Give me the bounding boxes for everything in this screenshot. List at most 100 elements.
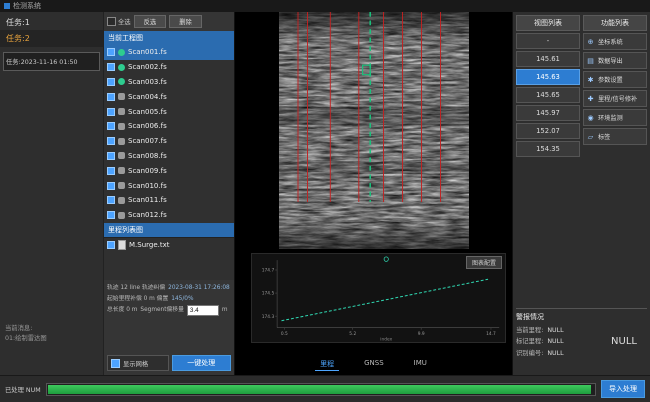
alarm-rows: 当前里程:NULL标记里程: NULL 识别编号: NULL [516,325,564,359]
file-toolbar: 全选 反选 删除 [104,12,234,31]
checkbox-icon[interactable] [107,63,115,71]
checkbox-icon[interactable] [107,167,115,175]
scan-file-name: Scan003.fs [128,78,167,86]
view-list-item[interactable]: 145.61 [516,51,580,67]
file-panel-footer: 显示网格 一键处理 [104,351,234,375]
function-label: 数据导出 [598,56,623,65]
scan-file-item[interactable]: Scan007.fs [104,134,234,149]
settings-line2: 起始里程补偿 0 m 偏置 [107,294,168,305]
scan-file-item[interactable]: Scan004.fs [104,89,234,104]
checkbox-icon[interactable] [107,78,115,86]
scan-file-item[interactable]: Scan012.fs [104,208,234,223]
alarm-row: 当前里程:NULL [516,325,564,336]
scan-list: Scan001.fsScan002.fs Scan003.fs Scan004.fs… [104,45,234,223]
scan-file-item[interactable]: Scan005.fs [104,104,234,119]
view-list-item[interactable]: - [516,33,580,49]
view-list-item[interactable]: 154.35 [516,141,580,157]
status-message-line1: 当前消息: [5,324,47,335]
project-files-header: 当前工程图 [104,31,234,45]
svg-text:174.3: 174.3 [262,314,275,320]
svg-text:9.9: 9.9 [418,331,425,337]
scan-file-name: Scan012.fs [128,211,167,219]
function-button[interactable]: ✱参数设置 [583,71,647,88]
svg-text:0.5: 0.5 [281,331,288,337]
alarm-panel-body: 当前里程:NULL标记里程: NULL 识别编号: NULL NULL [516,325,647,359]
one-key-process-button[interactable]: 一键处理 [172,355,232,371]
checkbox-icon[interactable] [107,211,115,219]
invert-selection-button[interactable]: 反选 [134,15,167,28]
checkbox-icon[interactable] [107,196,115,204]
alarm-summary-value: NULL [611,336,637,347]
function-button[interactable]: ✚里程/信号修补 [583,90,647,107]
function-list: ⊕坐标系统 ▤数据导出 ✱参数设置 ✚里程/信号修补 ◉环境监测 ▱标签 [583,33,647,145]
function-button[interactable]: ⊕坐标系统 [583,33,647,50]
checkbox-icon[interactable] [107,17,116,26]
function-label: 里程/信号修补 [598,94,637,103]
scan-file-item[interactable]: Scan002.fs [104,60,234,75]
checkbox-icon[interactable] [107,182,115,190]
checkbox-icon[interactable] [107,122,115,130]
checkbox-icon[interactable] [107,108,115,116]
select-all-checkbox[interactable]: 全选 [107,17,131,26]
scan-status-icon [118,152,125,159]
tab-gnss[interactable]: GNSS [359,358,389,371]
track-file-item[interactable]: M.Surge.txt [104,238,234,253]
settings-line1-value: 2023-08-31 17:26:08 [168,283,230,294]
scan-file-item[interactable]: Scan009.fs [104,163,234,178]
function-label: 环境监测 [598,113,623,122]
checkbox-icon[interactable] [107,93,115,101]
titlebar: 检测系统 [0,0,650,12]
coordinate-system-icon: ⊕ [586,38,595,46]
alarm-row-label: 标记里程: [516,336,543,347]
alarm-row-value: NULL [547,348,563,359]
scan-file-name: Scan004.fs [128,93,167,101]
scan-status-icon [118,138,125,145]
svg-text:14.7: 14.7 [486,331,496,337]
tab-里程[interactable]: 里程 [315,358,339,371]
view-list-header: 视图列表 [516,15,580,31]
scan-file-item[interactable]: Scan006.fs [104,119,234,134]
tab-imu[interactable]: IMU [409,358,432,371]
import-process-button[interactable]: 导入处理 [601,380,645,398]
scan-file-item[interactable]: Scan003.fs [104,75,234,90]
checkbox-icon[interactable] [107,241,115,249]
grid-toggle-button[interactable]: 显示网格 [107,355,169,371]
segment-offset-input[interactable] [187,305,219,316]
alarm-row-value: NULL [547,325,563,336]
scan-status-icon [118,78,125,85]
text-file-icon [118,240,126,250]
scan-file-item[interactable]: Scan008.fs [104,149,234,164]
function-button[interactable]: ◉环境监测 [583,109,647,126]
file-panel: 全选 反选 删除 当前工程图 Scan001.fsScan002.fsScan0… [103,12,235,375]
view-list-item[interactable]: 152.07 [516,123,580,139]
checkbox-icon[interactable] [111,359,120,368]
svg-text:index: index [380,336,392,342]
view-list-item[interactable]: 145.63 [516,69,580,85]
alarm-row-label: 识别编号: [516,348,543,359]
view-list-item[interactable]: 145.97 [516,105,580,121]
checkbox-icon[interactable] [107,137,115,145]
view-list: - 145.61 145.63 145.65 145.97 152.07 154.35 [516,33,580,157]
task-item-1[interactable]: 任务:1 [0,12,103,30]
viewer-tabs: 里程 GNSS IMU [235,358,512,371]
checkbox-icon[interactable] [107,152,115,160]
task-item-2[interactable]: 任务:2 [0,30,103,47]
view-list-item[interactable]: 145.65 [516,87,580,103]
delete-button[interactable]: 删除 [169,15,202,28]
scan-status-icon [118,182,125,189]
radar-scan-image[interactable] [279,12,469,249]
window-title: 检测系统 [13,0,41,12]
scan-file-item[interactable]: Scan010.fs [104,178,234,193]
scan-file-item[interactable]: Scan001.fs [104,45,234,60]
scan-file-name: Scan007.fs [128,137,167,145]
chart-config-button[interactable]: 图表配置 [466,256,502,269]
scan-file-name: Scan008.fs [128,152,167,160]
function-button[interactable]: ▱标签 [583,128,647,145]
checkbox-icon[interactable] [107,48,115,56]
scan-file-name: Scan011.fs [128,196,167,204]
scan-status-icon [118,212,125,219]
scan-status-icon [118,64,125,71]
status-messages: 当前消息: 01:绘制雷达图 [5,324,47,345]
scan-file-item[interactable]: Scan011.fs [104,193,234,208]
function-button[interactable]: ▤数据导出 [583,52,647,69]
